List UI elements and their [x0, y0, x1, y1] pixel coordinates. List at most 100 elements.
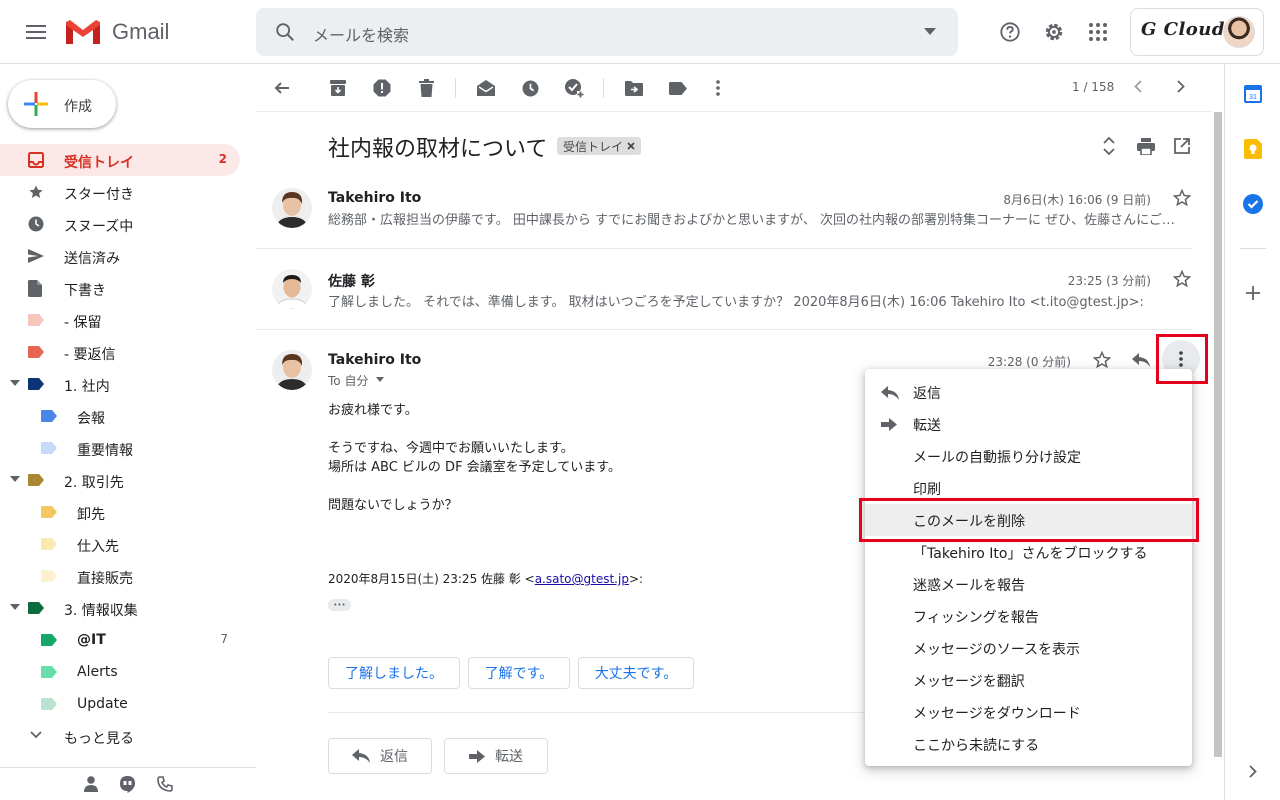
- message-sender[interactable]: Takehiro Ito: [328, 352, 421, 368]
- keep-app-button[interactable]: [1244, 139, 1262, 159]
- main-menu-button[interactable]: [20, 16, 52, 48]
- settings-button[interactable]: [1040, 18, 1068, 46]
- show-trimmed-content-button[interactable]: •••: [328, 599, 351, 611]
- body-text: お疲れ様です。: [328, 403, 418, 418]
- sidebar-item-label: 会報: [77, 411, 105, 427]
- menu-item-translate[interactable]: メッセージを翻訳: [865, 664, 1192, 696]
- back-button[interactable]: [272, 78, 292, 98]
- expand-panel-button[interactable]: [1249, 765, 1257, 778]
- sidebar-footer: [0, 767, 256, 800]
- move-to-button[interactable]: [624, 78, 644, 98]
- menu-item-show-original[interactable]: メッセージのソースを表示: [865, 632, 1192, 664]
- message-sender[interactable]: Takehiro Ito: [328, 190, 421, 206]
- calendar-app-button[interactable]: 31: [1244, 84, 1262, 103]
- forward-button[interactable]: 転送: [444, 738, 548, 774]
- message-more-menu: 返信 転送 メールの自動振り分け設定 印刷 このメールを削除 「Takehiro…: [865, 369, 1192, 766]
- help-button[interactable]: [996, 18, 1024, 46]
- gmail-logo[interactable]: Gmail: [64, 14, 169, 50]
- menu-item-report-phishing[interactable]: フィッシングを報告: [865, 600, 1192, 632]
- sidebar-item-needs-reply[interactable]: - 要返信: [0, 336, 240, 368]
- older-button[interactable]: [1177, 80, 1185, 93]
- add-to-tasks-button[interactable]: [564, 78, 584, 98]
- search-bar[interactable]: メールを検索: [256, 8, 958, 56]
- sidebar-item-inbox[interactable]: 受信トレイ 2: [0, 144, 240, 176]
- star-button[interactable]: [1173, 270, 1191, 288]
- menu-item-report-spam[interactable]: 迷惑メールを報告: [865, 568, 1192, 600]
- highlight-box-delete-item: [859, 498, 1199, 542]
- menu-item-reply[interactable]: 返信: [865, 376, 1192, 408]
- reply-button[interactable]: 返信: [328, 738, 432, 774]
- sidebar-item-suppliers[interactable]: 仕入先: [0, 528, 240, 560]
- mark-unread-button[interactable]: [476, 78, 496, 98]
- sidebar-item-newsletter[interactable]: 会報: [0, 400, 240, 432]
- sidebar-item-atmarkit[interactable]: @IT 7: [0, 624, 240, 656]
- sidebar-item-internal[interactable]: 1. 社内: [0, 368, 240, 400]
- print-all-button[interactable]: [1137, 138, 1155, 155]
- search-icon: [276, 23, 294, 41]
- search-input[interactable]: メールを検索: [313, 22, 409, 46]
- sidebar-item-important-info[interactable]: 重要情報: [0, 432, 240, 464]
- newer-button[interactable]: [1134, 80, 1142, 93]
- snooze-button[interactable]: [520, 78, 540, 98]
- tasks-app-button[interactable]: [1243, 194, 1263, 214]
- message-snippet[interactable]: 総務部・広報担当の伊藤です。 田中課長から すでにお聞きおよびかと思いますが、 …: [328, 209, 1190, 228]
- sidebar-item-starred[interactable]: スター付き: [0, 176, 240, 208]
- smart-reply-button[interactable]: 了解しました。: [328, 657, 460, 689]
- body-text: そうですね、今週中でお願いいたします。: [328, 441, 574, 456]
- smart-reply-button[interactable]: 了解です。: [468, 657, 570, 689]
- sidebar-item-label: スヌーズ中: [64, 219, 134, 235]
- open-new-window-button[interactable]: [1174, 138, 1190, 154]
- star-button[interactable]: [1093, 351, 1111, 369]
- scrollbar[interactable]: [1212, 112, 1224, 757]
- menu-item-forward[interactable]: 転送: [865, 408, 1192, 440]
- caret-down-icon: [10, 604, 20, 610]
- sidebar-item-info-gathering[interactable]: 3. 情報収集: [0, 592, 240, 624]
- sender-avatar[interactable]: [272, 188, 312, 228]
- menu-item-label: 「Takehiro Ito」さんをブロックする: [913, 546, 1148, 562]
- menu-item-download[interactable]: メッセージをダウンロード: [865, 696, 1192, 728]
- close-icon[interactable]: [627, 142, 635, 150]
- sidebar-item-update[interactable]: Update: [0, 688, 240, 720]
- account-switcher[interactable]: G Cloud: [1130, 8, 1264, 56]
- sidebar-item-alerts[interactable]: Alerts: [0, 656, 240, 688]
- sidebar-item-sent[interactable]: 送信済み: [0, 240, 240, 272]
- sender-avatar[interactable]: [272, 269, 312, 309]
- message-snippet[interactable]: 了解しました。 それでは、準備します。 取材はいつごろを予定していますか？ 20…: [328, 291, 1190, 310]
- sidebar-item-label: @IT: [77, 632, 106, 648]
- forward-icon: [881, 418, 897, 431]
- smart-reply-button[interactable]: 大丈夫です。: [578, 657, 694, 689]
- menu-item-label: メッセージをダウンロード: [913, 706, 1081, 722]
- archive-button[interactable]: [328, 78, 348, 98]
- compose-button[interactable]: 作成: [8, 80, 116, 128]
- menu-item-mark-unread-from-here[interactable]: ここから未読にする: [865, 728, 1192, 760]
- sidebar-item-more[interactable]: もっと見る: [0, 720, 240, 752]
- menu-item-filter-messages[interactable]: メールの自動振り分け設定: [865, 440, 1192, 472]
- quote-header-text: 2020年8月15日(土) 23:25 佐藤 彰 <: [328, 572, 535, 586]
- recipient-details-toggle[interactable]: [376, 377, 384, 382]
- star-button[interactable]: [1173, 189, 1191, 207]
- person-icon[interactable]: [84, 776, 98, 792]
- apps-button[interactable]: [1084, 18, 1112, 46]
- sidebar-item-clients[interactable]: 2. 取引先: [0, 464, 240, 496]
- labels-button[interactable]: [668, 78, 688, 98]
- message-sender[interactable]: 佐藤 彰: [328, 271, 375, 291]
- expand-all-button[interactable]: [1103, 137, 1115, 155]
- phone-icon[interactable]: [157, 776, 173, 792]
- sidebar-item-direct-sales[interactable]: 直接販売: [0, 560, 240, 592]
- delete-button[interactable]: [416, 78, 436, 98]
- sidebar-item-label: 1. 社内: [64, 379, 110, 395]
- sidebar-item-hold[interactable]: - 保留: [0, 304, 240, 336]
- more-options-button[interactable]: [708, 78, 728, 98]
- quote-email-link[interactable]: a.sato@gtest.jp: [535, 572, 629, 586]
- report-spam-button[interactable]: [372, 78, 392, 98]
- account-avatar[interactable]: [1223, 16, 1255, 48]
- scrollbar-thumb[interactable]: [1214, 112, 1222, 757]
- more-vert-icon: [716, 80, 720, 96]
- sender-avatar[interactable]: [272, 350, 312, 390]
- reply-button[interactable]: [1132, 353, 1150, 367]
- get-addons-button[interactable]: [1246, 286, 1260, 300]
- hangouts-icon[interactable]: [120, 776, 135, 793]
- sidebar-item-snoozed[interactable]: スヌーズ中: [0, 208, 240, 240]
- sidebar-item-wholesale[interactable]: 卸先: [0, 496, 240, 528]
- sidebar-item-drafts[interactable]: 下書き: [0, 272, 240, 304]
